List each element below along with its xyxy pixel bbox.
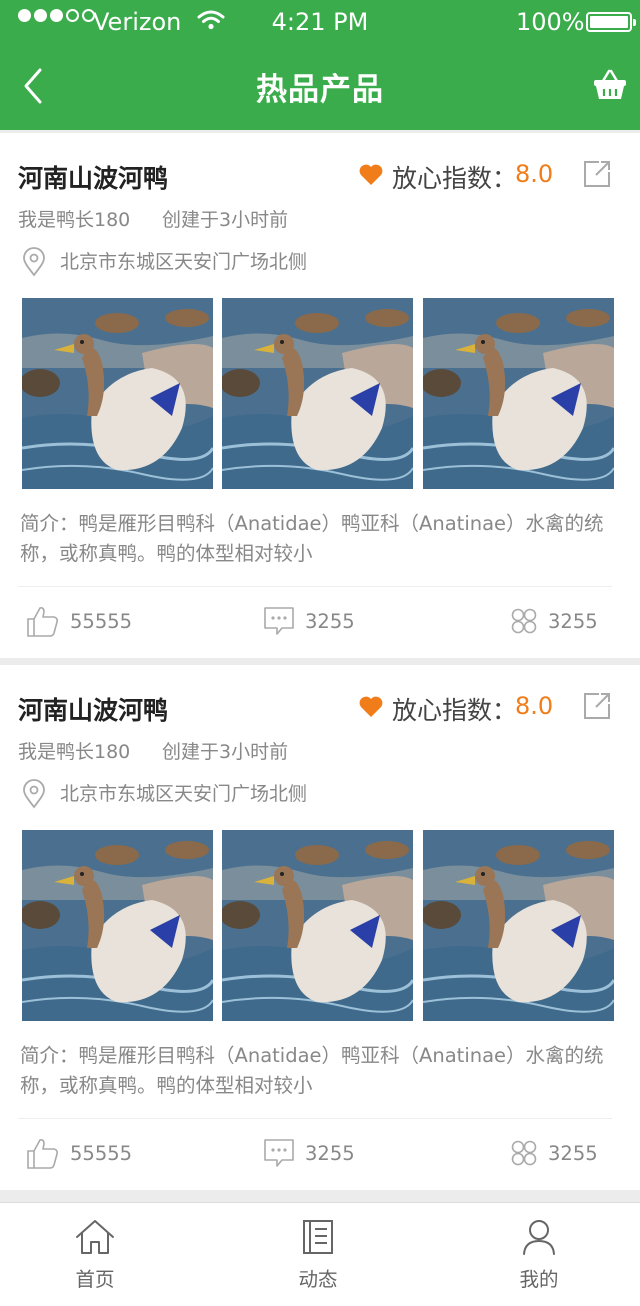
forward-count: 3255 [548, 609, 598, 633]
product-photo[interactable] [423, 830, 614, 1021]
page-title: 热品产品 [256, 72, 384, 108]
tab-feed[interactable]: 动态 [258, 1203, 378, 1306]
heart-icon [359, 164, 383, 185]
tab-label: 我的 [519, 1268, 559, 1291]
location-pin-icon [23, 779, 45, 809]
product-card[interactable]: 河南山波河鸭 放心指数： 8.0 我是鸭长180 创建于3小时前 北京市东城区天… [0, 133, 640, 658]
product-photo[interactable] [423, 298, 614, 489]
author-name[interactable]: 我是鸭长180 [18, 205, 130, 232]
document-icon [303, 1220, 333, 1254]
location-address[interactable]: 北京市东城区天安门广场北侧 [60, 779, 307, 806]
comment-button[interactable]: 3255 [263, 603, 355, 639]
created-time: 创建于3小时前 [162, 209, 289, 231]
forward-count: 3255 [548, 1141, 598, 1165]
tab-label: 动态 [298, 1268, 338, 1291]
basket-icon[interactable] [592, 68, 628, 102]
share-icon[interactable] [582, 159, 612, 189]
comment-icon [264, 1139, 294, 1167]
tab-label: 首页 [75, 1268, 115, 1291]
trust-index-value: 8.0 [515, 160, 554, 188]
tab-profile[interactable]: 我的 [479, 1203, 599, 1306]
comment-icon [264, 607, 294, 635]
product-card[interactable]: 河南山波河鸭 放心指数： 8.0 我是鸭长180 创建于3小时前 北京市东城区天… [0, 665, 640, 1190]
divider [18, 586, 612, 587]
like-count: 55555 [70, 1141, 133, 1165]
top-bar: Verizon 4:21 PM 100% 热品产品 [0, 0, 640, 130]
location-pin-icon [23, 247, 45, 277]
comment-button[interactable]: 3255 [263, 1135, 355, 1171]
battery-icon [586, 12, 636, 32]
like-button[interactable]: 55555 [26, 1135, 132, 1171]
product-photo[interactable] [222, 298, 413, 489]
clover-icon [511, 608, 537, 634]
status-bar: Verizon 4:21 PM 100% [0, 0, 640, 42]
product-photo[interactable] [22, 298, 213, 489]
author-name[interactable]: 我是鸭长180 [18, 737, 130, 764]
heart-icon [359, 696, 383, 717]
trust-index-value: 8.0 [515, 692, 554, 720]
comment-count: 3255 [305, 609, 355, 633]
nav-bar: 热品产品 [0, 42, 640, 130]
share-icon[interactable] [582, 691, 612, 721]
battery-percentage: 100% [516, 8, 585, 36]
thumbs-up-icon [27, 1139, 58, 1169]
user-icon [523, 1220, 555, 1255]
product-photo[interactable] [22, 830, 213, 1021]
like-button[interactable]: 55555 [26, 603, 132, 639]
divider [18, 1118, 612, 1119]
comment-count: 3255 [305, 1141, 355, 1165]
trust-index-label: 放心指数： [392, 164, 518, 193]
forward-button[interactable]: 3255 [510, 1135, 598, 1171]
clover-icon [511, 1140, 537, 1166]
product-photo[interactable] [222, 830, 413, 1021]
created-time: 创建于3小时前 [162, 741, 289, 763]
thumbs-up-icon [27, 607, 58, 637]
location-address[interactable]: 北京市东城区天安门广场北侧 [60, 247, 307, 274]
trust-index-label: 放心指数： [392, 696, 518, 725]
forward-button[interactable]: 3255 [510, 603, 598, 639]
product-name: 河南山波河鸭 [18, 696, 169, 725]
product-name: 河南山波河鸭 [18, 164, 169, 193]
product-description: 简介：鸭是雁形目鸭科（Anatidae）鸭亚科（Anatinae）水禽的统称，或… [20, 512, 604, 565]
product-description: 简介：鸭是雁形目鸭科（Anatidae）鸭亚科（Anatinae）水禽的统称，或… [20, 1044, 604, 1097]
tab-home[interactable]: 首页 [35, 1203, 155, 1306]
bottom-tab-bar: 首页 动态 我的 [0, 1202, 640, 1306]
home-icon [76, 1220, 114, 1254]
like-count: 55555 [70, 609, 133, 633]
